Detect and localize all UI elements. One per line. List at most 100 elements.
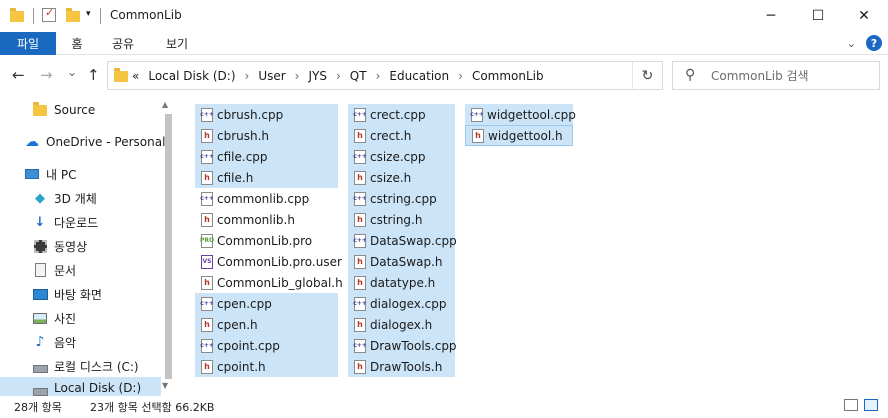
minimize-button[interactable]: ─ xyxy=(748,0,794,32)
file-name: commonlib.h xyxy=(217,212,295,227)
file-item[interactable]: h dialogex.h xyxy=(348,314,455,335)
breadcrumb-separator[interactable]: › xyxy=(336,69,341,83)
header-file-icon: h xyxy=(201,128,213,143)
scroll-up-icon[interactable]: ▲ xyxy=(162,100,168,109)
breadcrumb-item[interactable]: QT xyxy=(350,69,367,83)
breadcrumb-separator[interactable]: › xyxy=(376,69,381,83)
search-input[interactable] xyxy=(711,67,871,85)
sidebar-scrollbar[interactable]: ▲ ▼ xyxy=(161,98,175,396)
downloads-icon: ↓ xyxy=(34,214,46,230)
sidebar-item-source[interactable]: Source xyxy=(32,99,95,121)
file-name: cfile.h xyxy=(217,170,254,185)
sidebar-item-drive-c[interactable]: 로컬 디스크 (C:) xyxy=(32,355,139,377)
sidebar-item-3d-objects[interactable]: ◆ 3D 개체 xyxy=(32,187,97,209)
file-item[interactable]: h cpoint.h xyxy=(195,356,338,377)
scroll-down-icon[interactable]: ▼ xyxy=(162,381,168,390)
file-item[interactable]: h cstring.h xyxy=(348,209,455,230)
properties-icon[interactable]: ✓ xyxy=(42,6,56,22)
file-item[interactable]: c++ DataSwap.cpp xyxy=(348,230,457,251)
cpp-file-icon: c++ xyxy=(353,338,367,353)
file-item[interactable]: h DataSwap.h xyxy=(348,251,455,272)
file-item[interactable]: c++ cbrush.cpp xyxy=(195,104,338,125)
sidebar-item-downloads[interactable]: ↓ 다운로드 xyxy=(32,211,99,233)
file-item[interactable]: h cfile.h xyxy=(195,167,338,188)
breadcrumb-separator[interactable]: › xyxy=(245,69,250,83)
sidebar-item-music[interactable]: ♪ 음악 xyxy=(32,331,77,353)
header-file-icon: h xyxy=(472,128,484,143)
address-bar[interactable]: « Local Disk (D:) › User › JYS › QT › Ed… xyxy=(107,61,663,90)
file-item[interactable]: c++ commonlib.cpp xyxy=(195,188,338,209)
tab-file[interactable]: 파일 xyxy=(0,32,56,55)
back-button[interactable]: ← xyxy=(12,66,25,84)
breadcrumb: « Local Disk (D:) › User › JYS › QT › Ed… xyxy=(132,69,544,83)
customize-quick-access-icon[interactable]: ▾ xyxy=(86,9,91,27)
file-item[interactable]: h cpen.h xyxy=(195,314,338,335)
file-item[interactable]: VS CommonLib.pro.user xyxy=(195,251,342,272)
file-item[interactable]: h crect.h xyxy=(348,125,455,146)
new-folder-icon[interactable] xyxy=(66,7,80,25)
file-item[interactable]: c++ cstring.cpp xyxy=(348,188,455,209)
maximize-button[interactable]: ☐ xyxy=(795,0,841,32)
drive-icon xyxy=(32,380,48,396)
breadcrumb-overflow[interactable]: « xyxy=(132,69,139,83)
sidebar-item-drive-d[interactable]: Local Disk (D:) xyxy=(0,377,161,396)
file-item[interactable]: h widgettool.h xyxy=(465,125,573,146)
sidebar-item-desktop[interactable]: 바탕 화면 xyxy=(32,283,102,305)
file-item[interactable]: h DrawTools.h xyxy=(348,356,455,377)
details-view-icon[interactable] xyxy=(844,399,858,411)
breadcrumb-item[interactable]: CommonLib xyxy=(472,69,544,83)
cpp-file-icon: c++ xyxy=(470,107,484,122)
forward-button[interactable]: → xyxy=(40,66,53,84)
file-name: commonlib.cpp xyxy=(217,191,310,206)
breadcrumb-separator[interactable]: › xyxy=(295,69,300,83)
tab-home[interactable]: 홈 xyxy=(60,32,94,55)
tab-view[interactable]: 보기 xyxy=(154,32,200,55)
breadcrumb-item[interactable]: Local Disk (D:) xyxy=(148,69,235,83)
breadcrumb-item[interactable]: JYS xyxy=(308,69,327,83)
sidebar-item-this-pc[interactable]: 내 PC xyxy=(24,163,76,185)
file-name: cstring.h xyxy=(370,212,423,227)
file-item[interactable]: c++ DrawTools.cpp xyxy=(348,335,457,356)
file-item[interactable]: h CommonLib_global.h xyxy=(195,272,343,293)
file-item[interactable]: h cbrush.h xyxy=(195,125,338,146)
header-file-icon: h xyxy=(201,170,213,185)
file-item[interactable]: c++ crect.cpp xyxy=(348,104,455,125)
sidebar-item-documents[interactable]: 문서 xyxy=(32,259,76,281)
breadcrumb-separator[interactable]: › xyxy=(458,69,463,83)
sidebar-item-label: OneDrive - Personal xyxy=(46,135,166,149)
header-file-icon: h xyxy=(354,359,366,374)
up-button[interactable]: ↑ xyxy=(87,66,100,84)
large-icons-view-icon[interactable] xyxy=(864,399,878,411)
file-item[interactable]: h datatype.h xyxy=(348,272,455,293)
file-name: csize.cpp xyxy=(370,149,426,164)
file-item[interactable]: c++ cpen.cpp xyxy=(195,293,338,314)
breadcrumb-item[interactable]: User xyxy=(258,69,285,83)
file-item[interactable]: h csize.h xyxy=(348,167,455,188)
header-file-icon: h xyxy=(201,317,213,332)
file-item[interactable]: c++ widgettool.cpp xyxy=(465,104,576,125)
tab-share[interactable]: 공유 xyxy=(100,32,146,55)
search-box[interactable]: ⚲ xyxy=(672,61,880,90)
file-item[interactable]: c++ dialogex.cpp xyxy=(348,293,455,314)
file-name: cbrush.cpp xyxy=(217,107,284,122)
scrollbar-thumb[interactable] xyxy=(165,114,172,379)
file-item[interactable]: c++ cfile.cpp xyxy=(195,146,338,167)
file-item[interactable]: h commonlib.h xyxy=(195,209,338,230)
file-item[interactable]: PRO CommonLib.pro xyxy=(195,230,338,251)
file-name: CommonLib.pro xyxy=(217,233,313,248)
documents-icon xyxy=(32,262,48,278)
refresh-button[interactable]: ↻ xyxy=(632,62,662,89)
close-button[interactable]: ✕ xyxy=(841,0,887,32)
pictures-icon xyxy=(32,310,48,326)
sidebar-item-pictures[interactable]: 사진 xyxy=(32,307,76,329)
recent-locations-button[interactable]: ⌄ xyxy=(67,65,77,79)
sidebar-item-onedrive[interactable]: ☁ OneDrive - Personal xyxy=(24,131,165,153)
file-name: crect.cpp xyxy=(370,107,426,122)
help-icon[interactable]: ? xyxy=(866,35,882,51)
sidebar-item-videos[interactable]: 동영상 xyxy=(32,235,87,257)
sidebar-item-label: 바탕 화면 xyxy=(54,287,102,302)
file-item[interactable]: c++ cpoint.cpp xyxy=(195,335,338,356)
file-item[interactable]: c++ csize.cpp xyxy=(348,146,455,167)
breadcrumb-item[interactable]: Education xyxy=(389,69,449,83)
expand-ribbon-icon[interactable]: ⌄ xyxy=(847,37,856,50)
